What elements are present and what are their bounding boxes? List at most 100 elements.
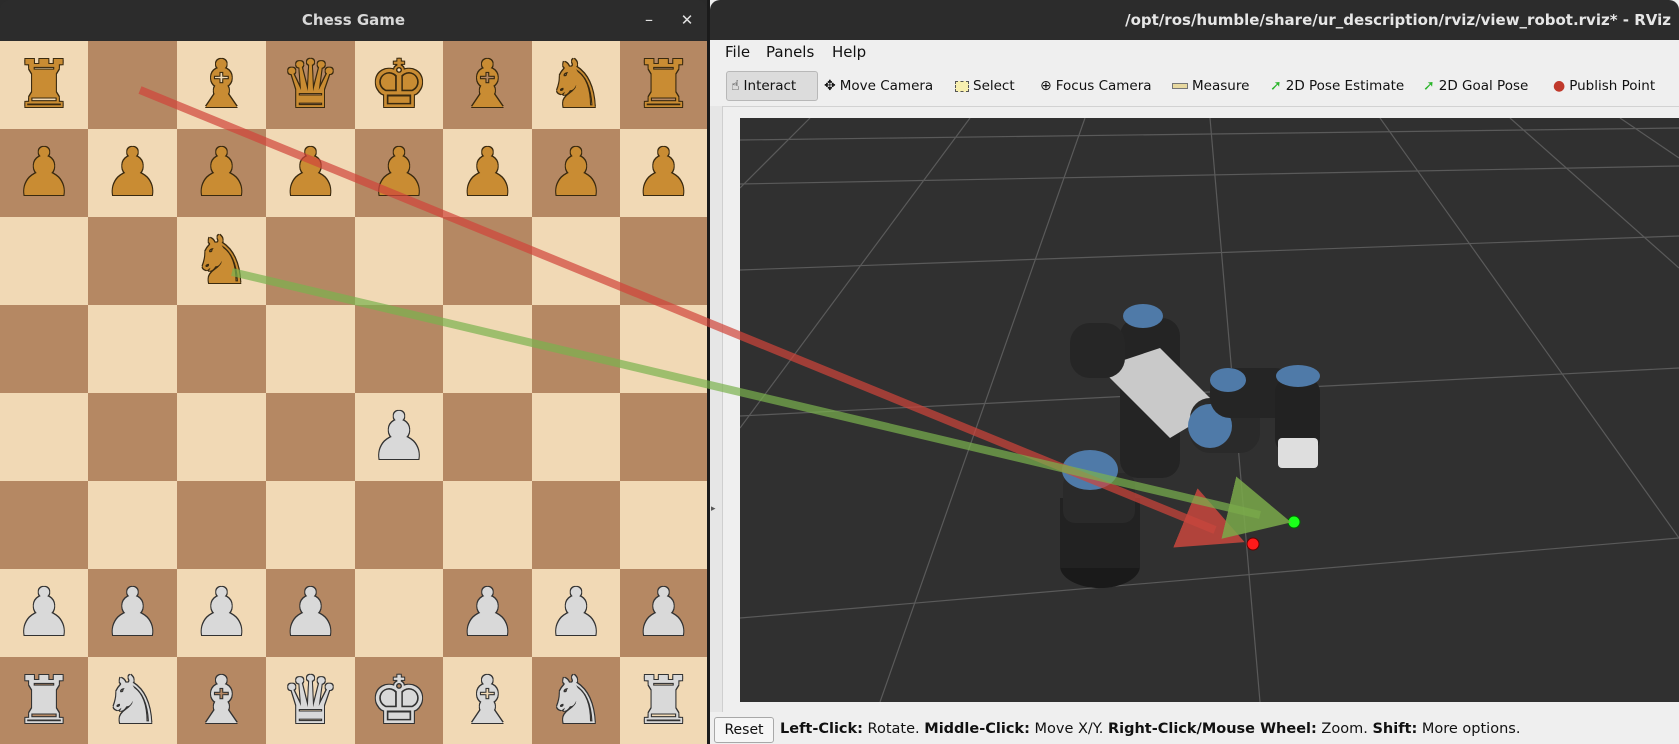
minimize-icon[interactable]: –: [637, 8, 661, 32]
white-knight-piece[interactable]: ♞: [88, 657, 177, 744]
black-rook-piece[interactable]: ♜: [620, 41, 707, 129]
square-d2[interactable]: ♟: [266, 569, 355, 657]
white-pawn-piece[interactable]: ♟: [620, 569, 707, 657]
menu-file[interactable]: File: [725, 43, 750, 61]
white-king-piece[interactable]: ♚: [355, 657, 443, 744]
square-g8[interactable]: ♞: [532, 41, 620, 129]
square-c6[interactable]: ♞: [177, 217, 266, 305]
square-f6[interactable]: [443, 217, 532, 305]
square-g6[interactable]: [532, 217, 620, 305]
square-b5[interactable]: [88, 305, 177, 393]
white-rook-piece[interactable]: ♜: [0, 657, 88, 744]
square-d7[interactable]: ♟: [266, 129, 355, 217]
black-pawn-piece[interactable]: ♟: [266, 129, 355, 217]
interact-tool-button[interactable]: ☝ Interact: [726, 71, 818, 101]
square-d8[interactable]: ♛: [266, 41, 355, 129]
square-f2[interactable]: ♟: [443, 569, 532, 657]
square-b7[interactable]: ♟: [88, 129, 177, 217]
reset-button[interactable]: Reset: [714, 717, 774, 743]
side-panel-toggle[interactable]: ▸: [710, 106, 723, 712]
black-bishop-piece[interactable]: ♝: [177, 41, 266, 129]
measure-tool-button[interactable]: Measure: [1172, 71, 1249, 101]
black-pawn-piece[interactable]: ♟: [620, 129, 707, 217]
square-e4[interactable]: ♟: [355, 393, 443, 481]
black-bishop-piece[interactable]: ♝: [443, 41, 532, 129]
square-g5[interactable]: [532, 305, 620, 393]
white-queen-piece[interactable]: ♛: [266, 657, 355, 744]
square-h8[interactable]: ♜: [620, 41, 707, 129]
square-b4[interactable]: [88, 393, 177, 481]
square-a2[interactable]: ♟: [0, 569, 88, 657]
3d-viewport[interactable]: [740, 118, 1679, 702]
square-h6[interactable]: [620, 217, 707, 305]
square-b8[interactable]: [88, 41, 177, 129]
square-e6[interactable]: [355, 217, 443, 305]
square-e1[interactable]: ♚: [355, 657, 443, 744]
square-e7[interactable]: ♟: [355, 129, 443, 217]
square-h2[interactable]: ♟: [620, 569, 707, 657]
square-a5[interactable]: [0, 305, 88, 393]
black-king-piece[interactable]: ♚: [355, 41, 443, 129]
square-f3[interactable]: [443, 481, 532, 569]
square-a4[interactable]: [0, 393, 88, 481]
square-c8[interactable]: ♝: [177, 41, 266, 129]
menu-help[interactable]: Help: [832, 43, 866, 61]
white-pawn-piece[interactable]: ♟: [0, 569, 88, 657]
square-c4[interactable]: [177, 393, 266, 481]
square-c5[interactable]: [177, 305, 266, 393]
close-icon[interactable]: ✕: [675, 8, 699, 32]
publish-point-tool-button[interactable]: ● Publish Point: [1553, 71, 1655, 101]
black-knight-piece[interactable]: ♞: [177, 217, 266, 305]
square-d1[interactable]: ♛: [266, 657, 355, 744]
square-d3[interactable]: [266, 481, 355, 569]
square-h7[interactable]: ♟: [620, 129, 707, 217]
square-g2[interactable]: ♟: [532, 569, 620, 657]
square-h5[interactable]: [620, 305, 707, 393]
pose-estimate-tool-button[interactable]: ➚ 2D Pose Estimate: [1270, 71, 1404, 101]
chess-board[interactable]: ♜ ♝ ♛ ♚ ♝ ♞ ♜ ♟ ♟ ♟ ♟ ♟ ♟ ♟ ♟ ♞ ♟ ♟ ♟ ♟ ♟ ♟ ♟ ♟ ♜ ♞ ♝ ♛ ♚ ♝ ♞ ♜: [0, 41, 707, 744]
black-pawn-piece[interactable]: ♟: [88, 129, 177, 217]
select-tool-button[interactable]: Select: [955, 71, 1015, 101]
square-e3[interactable]: [355, 481, 443, 569]
rviz-titlebar[interactable]: /opt/ros/humble/share/ur_description/rvi…: [710, 0, 1679, 40]
menu-panels[interactable]: Panels: [766, 43, 814, 61]
square-b2[interactable]: ♟: [88, 569, 177, 657]
white-pawn-piece[interactable]: ♟: [532, 569, 620, 657]
square-h1[interactable]: ♜: [620, 657, 707, 744]
square-c2[interactable]: ♟: [177, 569, 266, 657]
white-pawn-piece[interactable]: ♟: [266, 569, 355, 657]
square-a8[interactable]: ♜: [0, 41, 88, 129]
square-f4[interactable]: [443, 393, 532, 481]
black-pawn-piece[interactable]: ♟: [0, 129, 88, 217]
square-g1[interactable]: ♞: [532, 657, 620, 744]
square-f7[interactable]: ♟: [443, 129, 532, 217]
square-f1[interactable]: ♝: [443, 657, 532, 744]
square-e2[interactable]: [355, 569, 443, 657]
square-a1[interactable]: ♜: [0, 657, 88, 744]
square-d6[interactable]: [266, 217, 355, 305]
square-a6[interactable]: [0, 217, 88, 305]
chess-titlebar[interactable]: Chess Game – ✕: [0, 0, 707, 41]
square-f5[interactable]: [443, 305, 532, 393]
white-rook-piece[interactable]: ♜: [620, 657, 707, 744]
square-h3[interactable]: [620, 481, 707, 569]
black-rook-piece[interactable]: ♜: [0, 41, 88, 129]
square-f8[interactable]: ♝: [443, 41, 532, 129]
square-b3[interactable]: [88, 481, 177, 569]
black-knight-piece[interactable]: ♞: [532, 41, 620, 129]
white-pawn-piece[interactable]: ♟: [355, 393, 443, 481]
square-g7[interactable]: ♟: [532, 129, 620, 217]
square-a7[interactable]: ♟: [0, 129, 88, 217]
square-e5[interactable]: [355, 305, 443, 393]
black-pawn-piece[interactable]: ♟: [443, 129, 532, 217]
move-camera-tool-button[interactable]: ✥ Move Camera: [824, 71, 933, 101]
square-h4[interactable]: [620, 393, 707, 481]
square-g3[interactable]: [532, 481, 620, 569]
black-pawn-piece[interactable]: ♟: [532, 129, 620, 217]
square-d5[interactable]: [266, 305, 355, 393]
white-pawn-piece[interactable]: ♟: [88, 569, 177, 657]
square-b1[interactable]: ♞: [88, 657, 177, 744]
square-e8[interactable]: ♚: [355, 41, 443, 129]
white-bishop-piece[interactable]: ♝: [177, 657, 266, 744]
white-pawn-piece[interactable]: ♟: [443, 569, 532, 657]
